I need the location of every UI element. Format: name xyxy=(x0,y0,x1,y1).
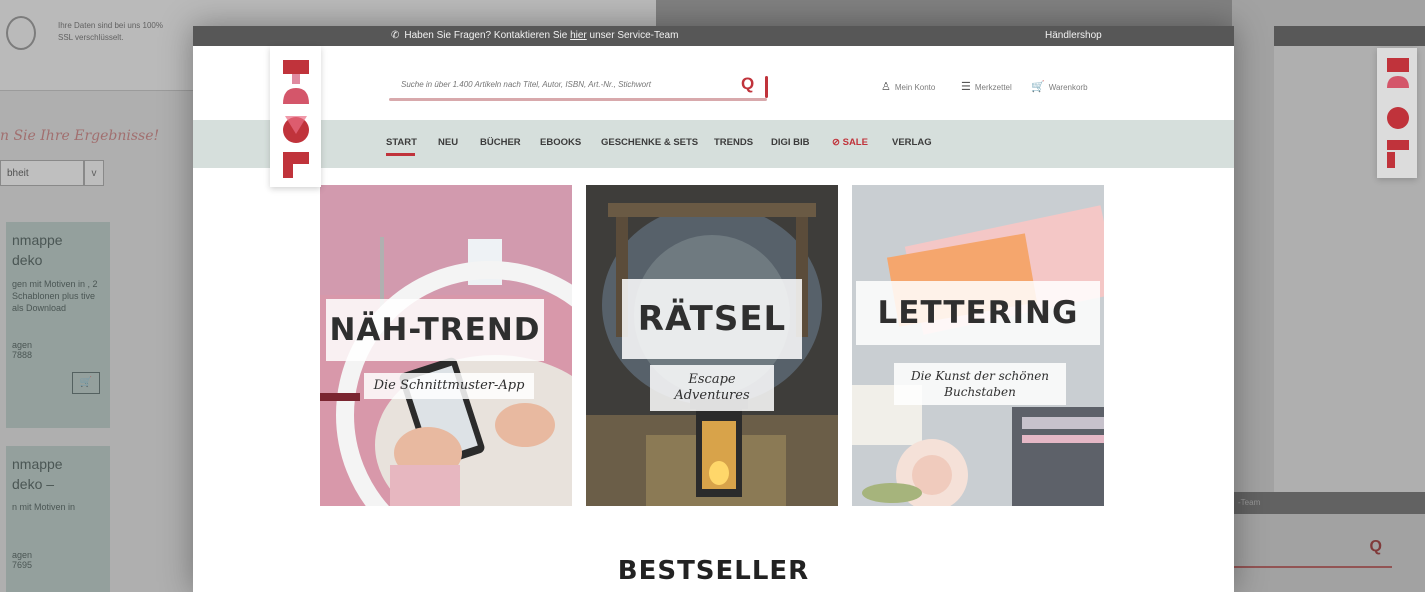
sort-select[interactable]: bheit xyxy=(0,160,84,186)
tile-subtitle-line: Die Kunst der schönen xyxy=(910,369,1050,383)
search-bar[interactable]: Q xyxy=(389,70,772,101)
wishlist-label: Merkzettel xyxy=(974,83,1012,92)
tile-subtitle: Die Kunst der schönen Buchstaben xyxy=(894,363,1066,405)
sort-heading: n Sie Ihre Ergebnisse! xyxy=(0,128,160,144)
bg-card-desc: gen mit Motiven in , 2 Schablonen plus t… xyxy=(12,279,98,313)
search-icon[interactable]: Q xyxy=(741,74,754,94)
sort-chevron-icon[interactable]: v xyxy=(84,160,104,186)
ssl-shield-icon xyxy=(6,16,36,50)
bg-product-card-1[interactable]: nmappe deko gen mit Motiven in , 2 Schab… xyxy=(6,222,110,428)
ssl-notice: Ihre Daten sind bei uns 100% SSL verschl… xyxy=(58,21,163,42)
topp-logo[interactable] xyxy=(270,46,321,187)
account-link[interactable]: ♙ Mein Konto xyxy=(881,80,935,93)
tile-title: NÄH-TREND xyxy=(326,299,544,361)
account-label: Mein Konto xyxy=(894,83,936,92)
tile-subtitle: Die Schnittmuster-App xyxy=(364,373,534,399)
bg-card-meta: agen xyxy=(12,550,33,560)
bg-card-meta: agen xyxy=(12,340,33,350)
bg-right-search: Q xyxy=(1232,534,1392,568)
top-info-bar: ✆ Haben Sie Fragen? Kontaktieren Sie hier… xyxy=(193,26,1234,46)
nav-item-buecher[interactable]: BÜCHER xyxy=(480,137,521,148)
service-text: Haben Sie Fragen? Kontaktieren Sie xyxy=(404,30,571,41)
bg-right-topbar xyxy=(1274,26,1425,46)
account-icon: ♙ xyxy=(881,81,891,93)
service-info: ✆ Haben Sie Fragen? Kontaktieren Sie hier… xyxy=(391,26,678,46)
search-divider xyxy=(765,76,768,98)
promo-tile-naeh-trend[interactable]: NÄH-TREND Die Schnittmuster-App xyxy=(320,185,572,506)
section-title: BESTSELLER xyxy=(617,556,810,586)
tile-subtitle-line: Adventures xyxy=(674,388,750,403)
wishlist-icon: ☰ xyxy=(961,81,971,93)
nav-item-digibib[interactable]: DIGI BIB xyxy=(771,137,810,148)
promo-tile-lettering[interactable]: LETTERING Die Kunst der schönen Buchstab… xyxy=(852,185,1104,506)
tile-subtitle: Escape Adventures xyxy=(650,365,774,411)
tile-title: RÄTSEL xyxy=(622,279,802,359)
bg-right-bar: -Team xyxy=(1232,492,1425,514)
wishlist-link[interactable]: ☰ Merkzettel xyxy=(961,80,1012,93)
bg-card-desc: n mit Motiven in xyxy=(12,502,76,512)
bg-product-card-2[interactable]: nmappe deko – n mit Motiven in agen 7695 xyxy=(6,446,110,592)
bg-card-title-2: deko xyxy=(12,252,43,268)
bg-cart-icon[interactable]: 🛒 xyxy=(72,372,100,394)
sale-tag-icon: ⊘ xyxy=(832,137,843,148)
nav-active-indicator xyxy=(386,153,415,156)
tile-subtitle-line: Buchstaben xyxy=(944,385,1016,399)
nav-item-neu[interactable]: NEU xyxy=(438,137,458,148)
main-window: ✆ Haben Sie Fragen? Kontaktieren Sie hier… xyxy=(193,26,1234,592)
search-underline xyxy=(389,98,767,101)
nav-item-ebooks[interactable]: EBOOKS xyxy=(540,137,581,148)
bg-card-title-1: nmappe xyxy=(12,232,63,248)
bg-topp-logo xyxy=(1377,48,1417,178)
phone-icon: ✆ xyxy=(391,30,400,41)
nav-item-start[interactable]: START xyxy=(386,137,417,148)
sale-label: SALE xyxy=(842,137,868,148)
bg-card-meta: 7695 xyxy=(12,560,33,570)
bg-card-meta: 7888 xyxy=(12,350,33,360)
service-text-suffix: unser Service-Team xyxy=(586,30,679,41)
bg-card-title-1: nmappe xyxy=(12,456,63,472)
nav-item-geschenke[interactable]: GESCHENKE & SETS xyxy=(601,137,698,148)
cart-label: Warenkorb xyxy=(1048,83,1088,92)
bg-card-title-2: deko – xyxy=(12,476,55,492)
tile-subtitle-line: Escape xyxy=(688,372,736,387)
promo-tile-raetsel[interactable]: RÄTSEL Escape Adventures xyxy=(586,185,838,506)
search-input[interactable] xyxy=(389,70,749,98)
cart-icon: 🛒 xyxy=(1031,81,1045,93)
cart-link[interactable]: 🛒 Warenkorb xyxy=(1031,80,1088,93)
service-link[interactable]: hier xyxy=(570,30,587,41)
bg-search-icon: Q xyxy=(1369,538,1382,555)
nav-item-sale[interactable]: ⊘ SALE xyxy=(832,137,868,148)
nav-item-trends[interactable]: TRENDS xyxy=(714,137,753,148)
dealer-shop-link[interactable]: Händlershop xyxy=(1045,26,1102,46)
background-page-right: -Team Q xyxy=(1232,0,1425,592)
tile-title: LETTERING xyxy=(856,281,1100,345)
nav-item-verlag[interactable]: VERLAG xyxy=(892,137,932,148)
